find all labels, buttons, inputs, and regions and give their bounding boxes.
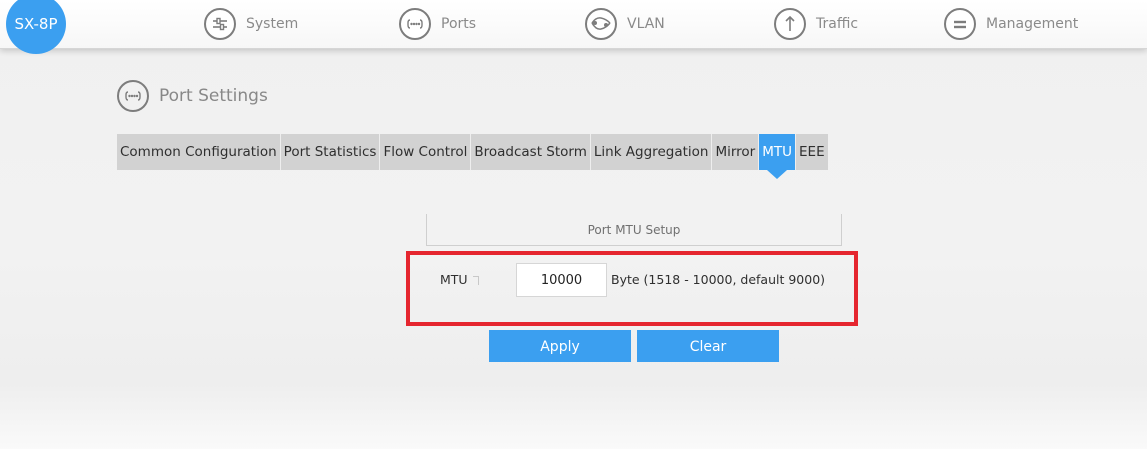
clear-button[interactable]: Clear: [637, 330, 779, 362]
section-header: Port Settings: [117, 80, 268, 112]
nav-item-vlan[interactable]: VLAN: [585, 7, 665, 41]
mtu-label: MTU: [440, 272, 468, 287]
tab-port-statistics[interactable]: Port Statistics: [281, 134, 381, 170]
mtu-range-hint: Byte (1518 - 10000, default 9000): [611, 272, 826, 287]
ports-icon: [399, 8, 431, 40]
tab-flow-control[interactable]: Flow Control: [380, 134, 472, 170]
brand-logo[interactable]: SX-8P: [6, 0, 66, 54]
brand-label: SX-8P: [14, 15, 58, 33]
settings-tabs: Common Configuration Port Statistics Flo…: [117, 134, 828, 179]
vlan-icon: [585, 8, 617, 40]
page: SX-8P System Ports VLAN Traffic Manageme…: [0, 0, 1147, 451]
apply-button[interactable]: Apply: [489, 330, 631, 362]
tab-mirror[interactable]: Mirror: [712, 134, 760, 170]
mtu-input[interactable]: [516, 263, 607, 297]
nav-label-management: Management: [986, 16, 1079, 32]
nav-label-system: System: [246, 16, 299, 32]
nav-label-traffic: Traffic: [816, 16, 859, 32]
panel-header: Port MTU Setup: [426, 214, 842, 246]
ports-icon: [117, 80, 149, 112]
tab-link-aggregation[interactable]: Link Aggregation: [591, 134, 713, 170]
nav-label-ports: Ports: [441, 16, 477, 32]
nav-label-vlan: VLAN: [627, 16, 665, 32]
field-marker: [473, 276, 479, 285]
equals-icon: [944, 8, 976, 40]
tab-eee[interactable]: EEE: [796, 134, 828, 170]
nav-item-management[interactable]: Management: [944, 7, 1078, 41]
arrow-up-icon: [774, 8, 806, 40]
tab-broadcast-storm[interactable]: Broadcast Storm: [471, 134, 591, 170]
nav-item-traffic[interactable]: Traffic: [774, 7, 858, 41]
highlight-annotation: [406, 251, 858, 326]
page-title: Port Settings: [159, 86, 268, 106]
nav-item-ports[interactable]: Ports: [399, 7, 476, 41]
tab-mtu[interactable]: MTU: [759, 134, 797, 179]
tab-common-configuration[interactable]: Common Configuration: [117, 134, 281, 170]
top-nav-bar: SX-8P System Ports VLAN Traffic Manageme…: [0, 0, 1147, 54]
sliders-icon: [204, 8, 236, 40]
nav-item-system[interactable]: System: [204, 7, 298, 41]
